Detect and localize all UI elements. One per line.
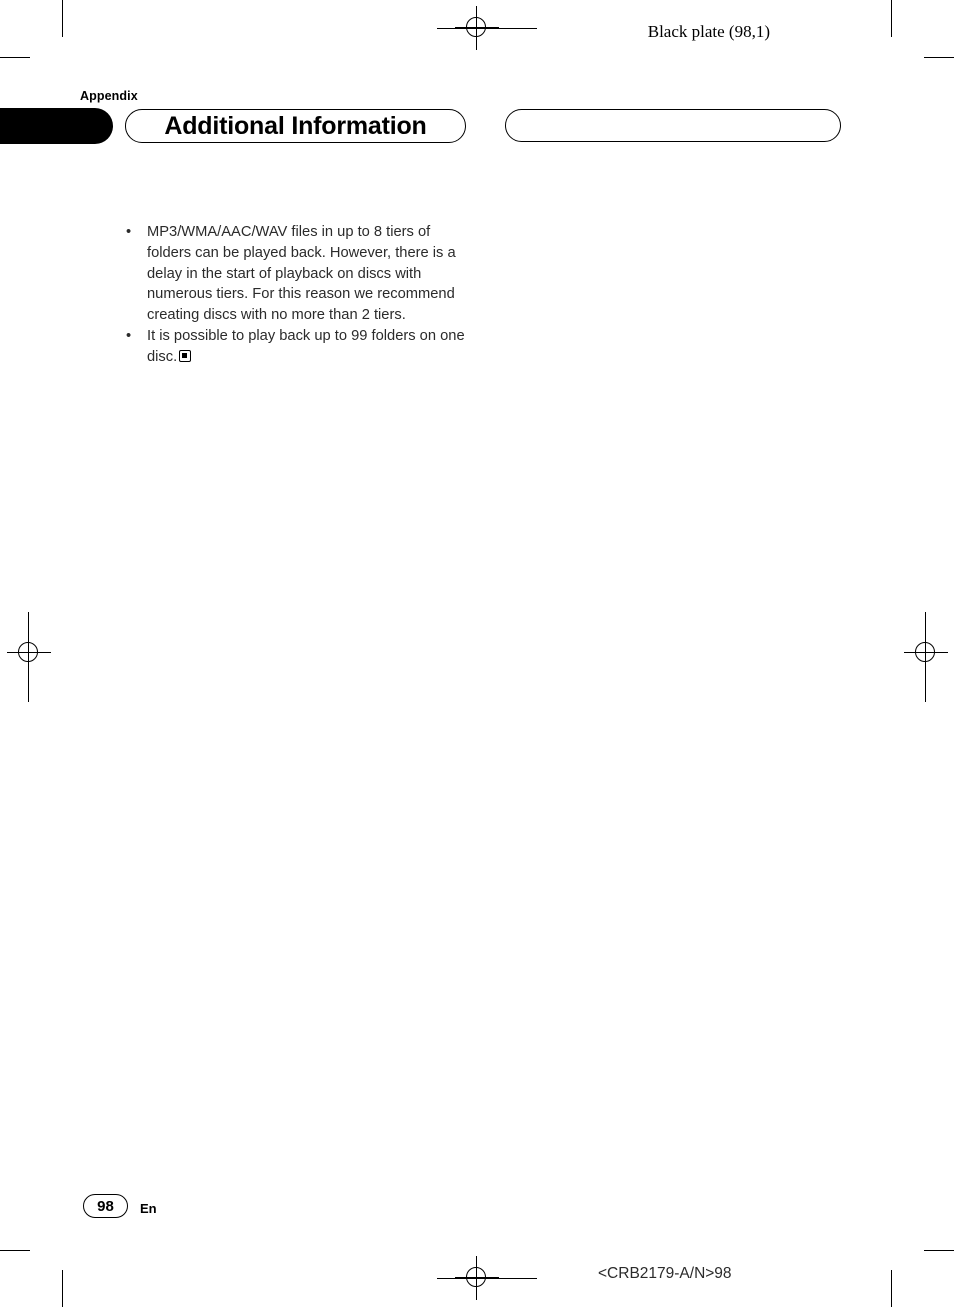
body-content: • MP3/WMA/AAC/WAV files in up to 8 tiers… bbox=[126, 222, 471, 368]
bullet-marker: • bbox=[126, 224, 132, 240]
registration-mark-right bbox=[904, 631, 948, 675]
language-label: En bbox=[140, 1201, 157, 1216]
list-item: • MP3/WMA/AAC/WAV files in up to 8 tiers… bbox=[126, 222, 471, 326]
page-number: 98 bbox=[97, 1197, 114, 1215]
page-title: Additional Information bbox=[164, 111, 427, 140]
registration-mark-top bbox=[455, 6, 499, 50]
registration-mark-bottom bbox=[455, 1256, 499, 1300]
section-label-appendix: Appendix bbox=[80, 89, 138, 103]
page-number-badge: 98 bbox=[83, 1194, 128, 1218]
manual-page: Black plate (98,1) Appendix Additional I… bbox=[0, 0, 954, 1307]
crop-mark-bottom-left-horizontal bbox=[0, 1250, 30, 1251]
crop-mark-bottom-right-vertical bbox=[891, 1270, 892, 1307]
black-plate-label: Black plate (98,1) bbox=[647, 22, 770, 41]
bullet-marker: • bbox=[126, 327, 132, 344]
section-tab bbox=[0, 108, 113, 144]
crop-mark-top-right-horizontal bbox=[924, 57, 954, 58]
crop-mark-top-left-horizontal bbox=[0, 57, 30, 58]
secondary-title-box bbox=[505, 109, 841, 142]
crop-mark-top-left-vertical bbox=[62, 0, 63, 37]
document-code: <CRB2179-A/N>98 bbox=[598, 1265, 732, 1282]
list-item-text: It is possible to play back up to 99 fol… bbox=[147, 327, 465, 365]
list-item: • It is possible to play back up to 99 f… bbox=[126, 326, 471, 368]
crop-mark-bottom-right-horizontal bbox=[924, 1250, 954, 1251]
page-title-box: Additional Information bbox=[125, 109, 466, 143]
list-item-text: MP3/WMA/AAC/WAV files in up to 8 tiers o… bbox=[147, 224, 456, 324]
registration-mark-left bbox=[7, 631, 51, 675]
crop-mark-top-right-vertical bbox=[891, 0, 892, 37]
crop-mark-bottom-left-vertical bbox=[62, 1270, 63, 1307]
end-of-section-icon bbox=[179, 349, 192, 362]
